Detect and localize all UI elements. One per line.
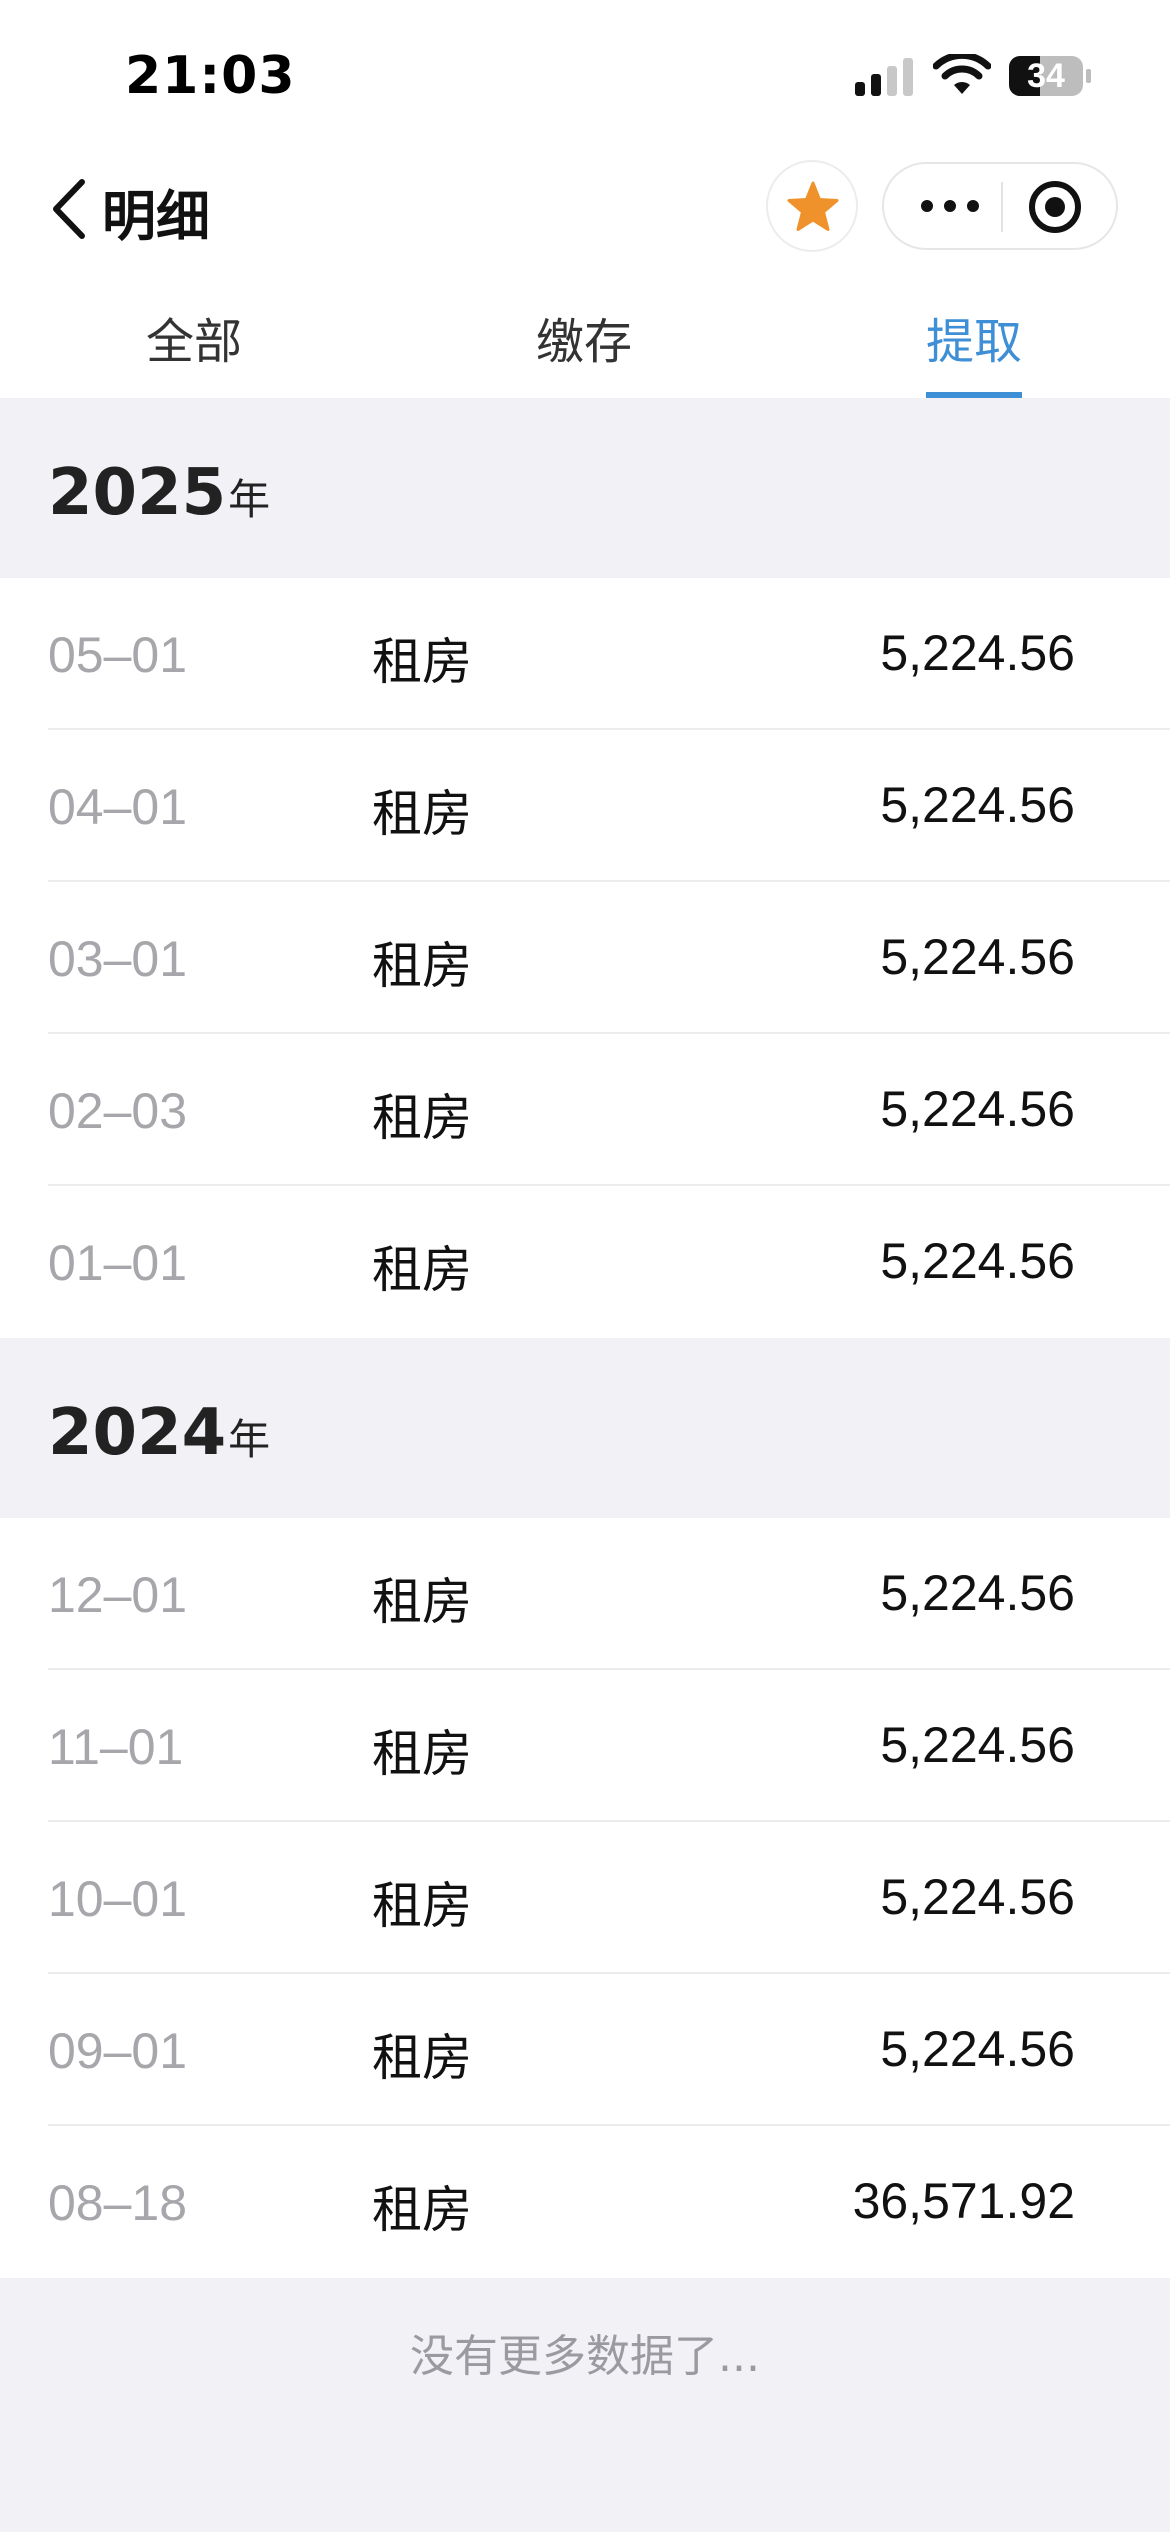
year-header: 2024年 (0, 1338, 1170, 1518)
record-type: 租房 (372, 1241, 472, 1299)
record-type: 租房 (372, 1877, 472, 1935)
record-row[interactable]: 09–01 租房 5,224.56 (0, 1974, 1170, 2126)
record-amount: 5,224.56 (880, 777, 1075, 833)
status-time: 21:03 (125, 46, 296, 106)
record-date: 03–01 (48, 931, 188, 987)
year-number: 2025 (48, 456, 227, 530)
record-date: 02–03 (48, 1083, 188, 1139)
record-date: 05–01 (48, 627, 188, 683)
record-date: 04–01 (48, 779, 188, 835)
record-type: 租房 (372, 785, 472, 843)
record-type: 租房 (372, 937, 472, 995)
record-date: 11–01 (48, 1719, 184, 1775)
year-number: 2024 (48, 1396, 227, 1470)
record-date: 09–01 (48, 2023, 188, 2079)
record-date: 12–01 (48, 1567, 188, 1623)
record-row[interactable]: 08–18 租房 36,571.92 (0, 2126, 1170, 2278)
record-amount: 5,224.56 (880, 1081, 1075, 1137)
year-unit: 年 (228, 475, 271, 524)
record-date: 08–18 (48, 2175, 188, 2231)
back-arrow-icon[interactable] (48, 178, 88, 240)
record-type: 租房 (372, 1573, 472, 1631)
year-label: 2025年 (48, 456, 270, 530)
record-date: 01–01 (48, 1235, 188, 1291)
status-bar: 21:03 34 (0, 0, 1170, 150)
record-amount: 5,224.56 (880, 625, 1075, 681)
record-row[interactable]: 10–01 租房 5,224.56 (0, 1822, 1170, 1974)
record-list: 05–01 租房 5,224.56 04–01 租房 5,224.56 03–0… (0, 578, 1170, 1338)
record-row[interactable]: 05–01 租房 5,224.56 (0, 578, 1170, 730)
record-row[interactable]: 01–01 租房 5,224.56 (0, 1186, 1170, 1338)
record-date: 10–01 (48, 1871, 188, 1927)
wifi-icon (933, 54, 991, 94)
no-more-data-text: 没有更多数据了... (410, 2331, 760, 2382)
record-row[interactable]: 03–01 租房 5,224.56 (0, 882, 1170, 1034)
record-amount: 5,224.56 (880, 1717, 1075, 1773)
nav-bar: 明细 (0, 150, 1170, 262)
record-amount: 5,224.56 (880, 1565, 1075, 1621)
tab-deposit[interactable]: 缴存 (454, 302, 714, 372)
tab-withdraw[interactable]: 提取 (844, 302, 1104, 372)
year-unit: 年 (228, 1415, 271, 1464)
record-row[interactable]: 02–03 租房 5,224.56 (0, 1034, 1170, 1186)
record-row[interactable]: 12–01 租房 5,224.56 (0, 1518, 1170, 1670)
record-row[interactable]: 11–01 租房 5,224.56 (0, 1670, 1170, 1822)
year-header: 2025年 (0, 398, 1170, 578)
record-type: 租房 (372, 2029, 472, 2087)
record-amount: 5,224.56 (880, 2021, 1075, 2077)
year-label: 2024年 (48, 1396, 270, 1470)
record-amount: 5,224.56 (880, 929, 1075, 985)
mini-program-capsule (882, 162, 1118, 250)
close-target-icon[interactable] (1027, 179, 1083, 235)
signal-icon (855, 58, 913, 96)
record-row[interactable]: 04–01 租房 5,224.56 (0, 730, 1170, 882)
record-list: 12–01 租房 5,224.56 11–01 租房 5,224.56 10–0… (0, 1518, 1170, 2278)
favorite-button[interactable] (766, 160, 858, 252)
star-icon (787, 181, 839, 231)
record-type: 租房 (372, 633, 472, 691)
record-type: 租房 (372, 1725, 472, 1783)
capsule-divider (1001, 182, 1003, 232)
page-title: 明细 (102, 185, 210, 248)
record-type: 租房 (372, 1089, 472, 1147)
tab-all[interactable]: 全部 (64, 302, 324, 372)
record-type: 租房 (372, 2181, 472, 2239)
battery-level: 34 (1027, 57, 1065, 95)
record-amount: 5,224.56 (880, 1869, 1075, 1925)
record-amount: 36,571.92 (852, 2173, 1075, 2229)
tab-bar: 全部 缴存 提取 (0, 262, 1170, 398)
more-icon[interactable] (918, 194, 982, 218)
record-amount: 5,224.56 (880, 1233, 1075, 1289)
